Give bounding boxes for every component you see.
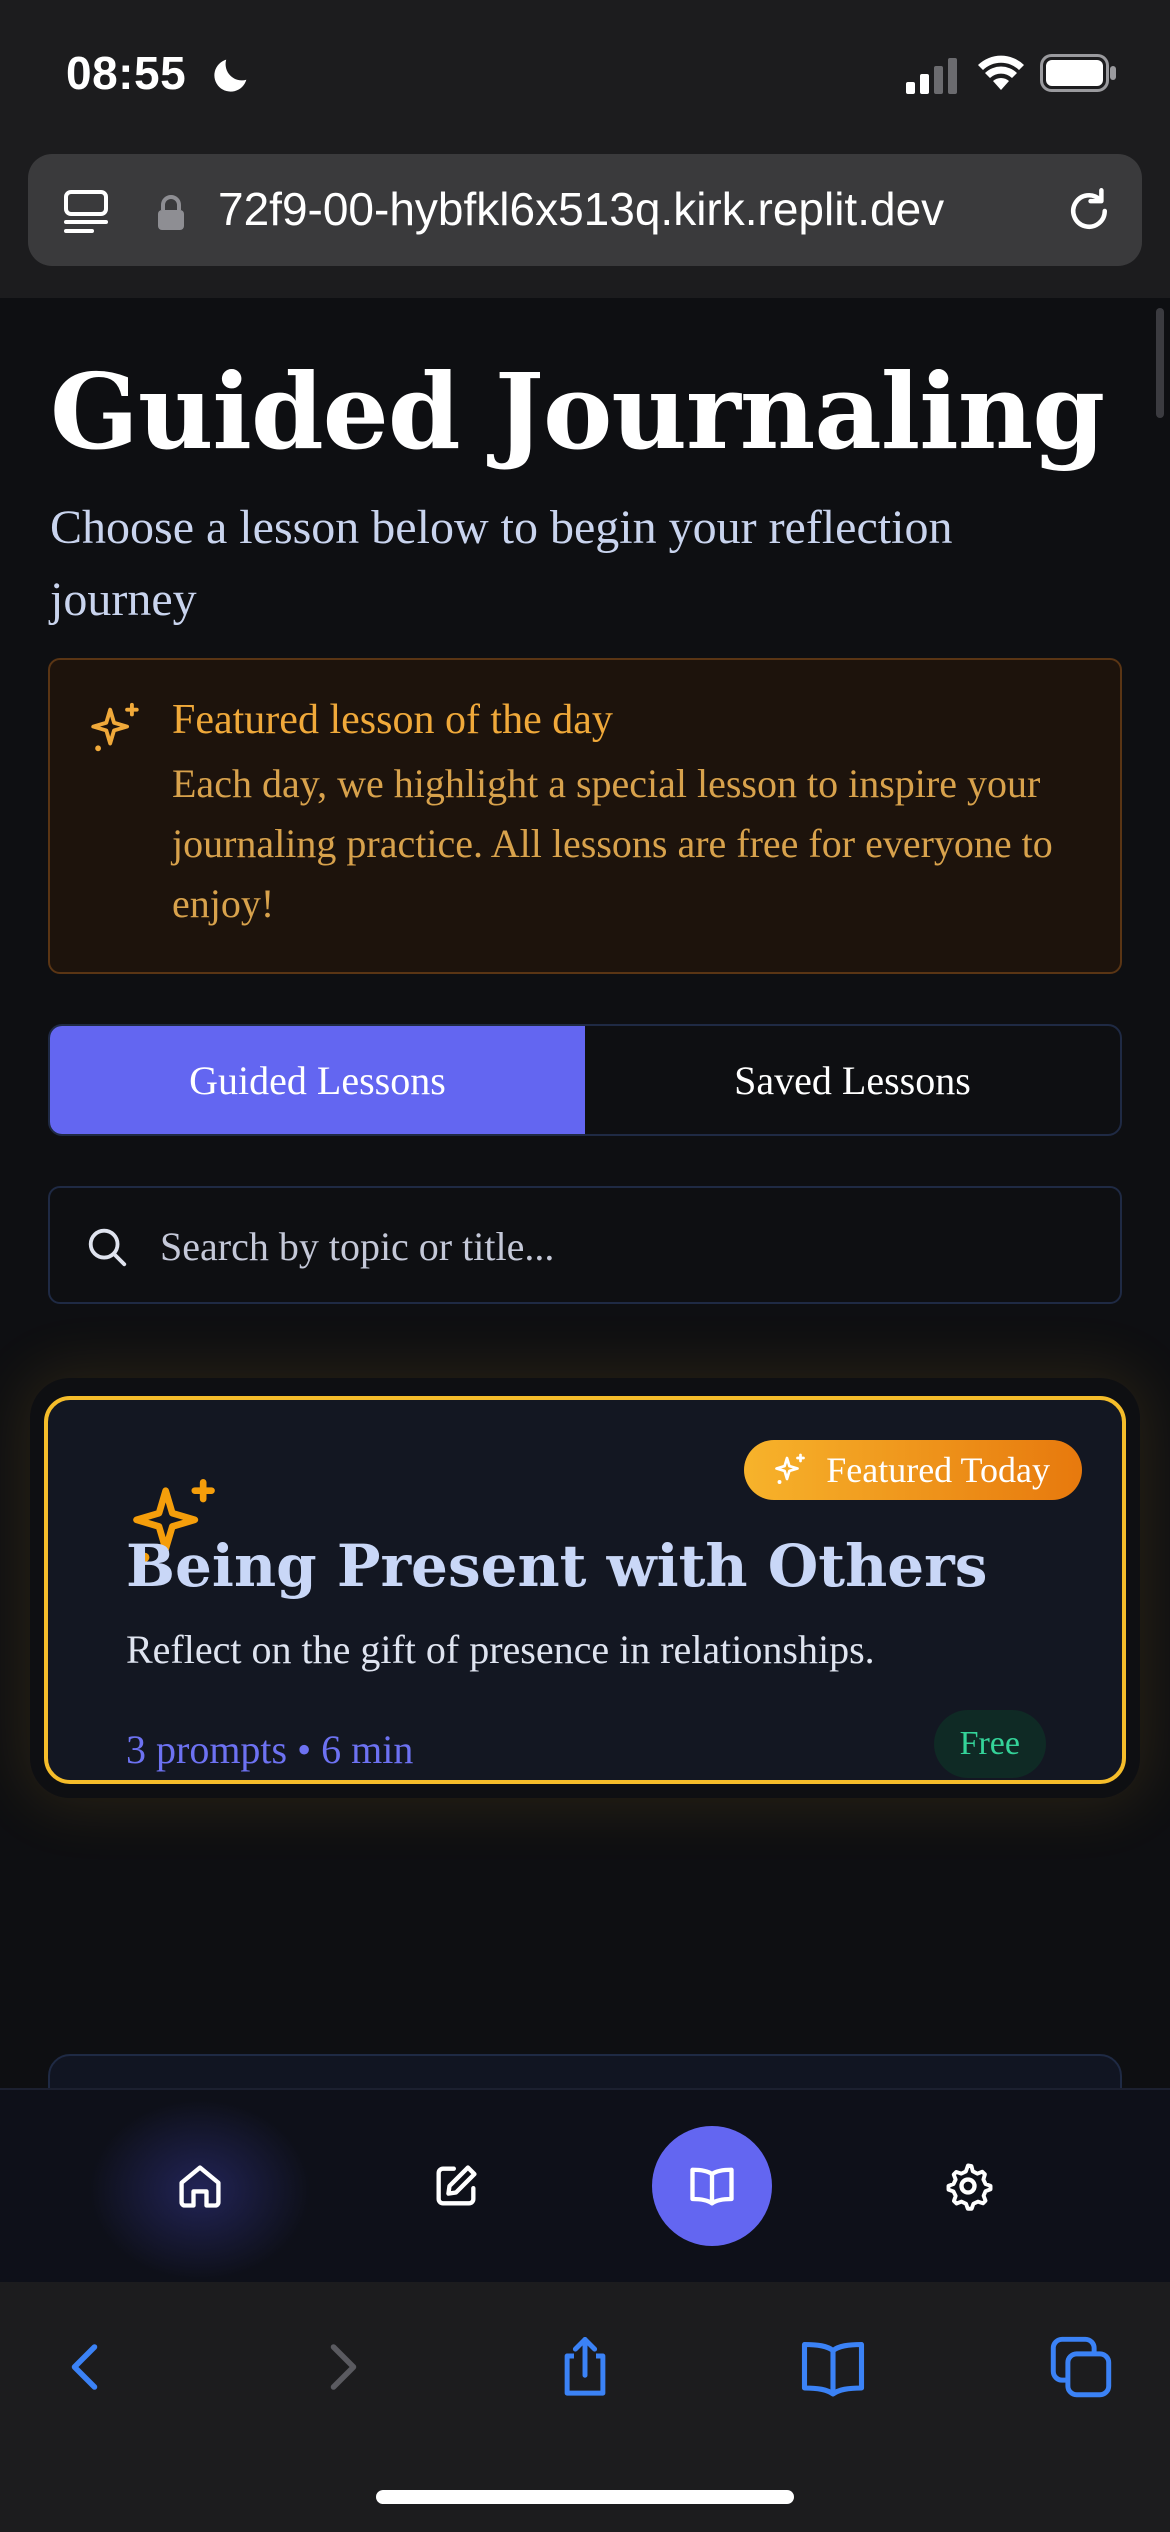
browser-address-area: 72f9-00-hybfkl6x513q.kirk.replit.dev (0, 150, 1170, 298)
wifi-icon (978, 55, 1024, 90)
back-button[interactable] (42, 2322, 132, 2412)
gear-icon (946, 2163, 993, 2211)
badge-sparkles-icon (775, 1453, 806, 1484)
lesson-title: Being Present with Others (126, 1532, 988, 1600)
notice-title: Featured lesson of the day (172, 697, 613, 743)
chevron-right-icon (330, 2344, 357, 2390)
battery-icon (1040, 54, 1116, 92)
bookmarks-icon (801, 2341, 865, 2397)
sparkles-icon (91, 702, 139, 752)
nav-home[interactable] (140, 2126, 260, 2246)
lock-icon (158, 195, 184, 230)
notice-body: Each day, we highlight a special lesson … (172, 761, 1053, 926)
tabs-button[interactable] (1036, 2322, 1126, 2412)
share-button[interactable] (540, 2322, 630, 2412)
share-icon (564, 2337, 606, 2396)
tab-saved-lessons[interactable]: Saved Lessons (585, 1026, 1120, 1134)
cellular-signal-icon (906, 58, 957, 94)
forward-button[interactable] (296, 2322, 386, 2412)
nav-journal[interactable] (396, 2126, 516, 2246)
home-indicator[interactable] (376, 2490, 794, 2504)
status-bar: 08:55 (0, 0, 1170, 150)
address-bar[interactable]: 72f9-00-hybfkl6x513q.kirk.replit.dev (28, 154, 1142, 266)
featured-lesson-notice: Featured lesson of the day Each day, we … (48, 658, 1122, 974)
chevron-left-icon (71, 2344, 98, 2390)
search-input[interactable] (160, 1216, 1060, 1276)
search-box (48, 1186, 1122, 1304)
nav-settings[interactable] (908, 2126, 1028, 2246)
moon-icon (214, 59, 247, 92)
url-text[interactable]: 72f9-00-hybfkl6x513q.kirk.replit.dev (218, 182, 1058, 236)
nav-lessons[interactable] (652, 2126, 772, 2246)
lesson-meta: 3 prompts • 6 min (126, 1727, 414, 1772)
page-content: Guided Journaling Choose a lesson below … (0, 298, 1170, 2088)
edit-icon (436, 2165, 477, 2206)
book-icon (690, 2167, 734, 2206)
reload-icon[interactable] (1062, 184, 1116, 238)
search-icon (88, 1228, 127, 1267)
lesson-description: Reflect on the gift of presence in relat… (126, 1627, 875, 1672)
status-time: 08:55 (66, 47, 187, 99)
tab-guided-lessons[interactable]: Guided Lessons (50, 1026, 585, 1134)
page-title: Guided Journaling (50, 350, 1105, 473)
featured-lesson-card[interactable]: Featured Today Being Present with Others… (44, 1396, 1126, 1784)
lesson-tabs: Guided Lessons Saved Lessons (48, 1024, 1122, 1136)
badge-label: Featured Today (826, 1450, 1050, 1490)
scroll-indicator[interactable] (1156, 308, 1164, 418)
bookmarks-button[interactable] (788, 2322, 878, 2412)
tabs-icon (1050, 2336, 1112, 2398)
page-subtitle: Choose a lesson below to begin your refl… (50, 501, 953, 626)
featured-today-badge: Featured Today (744, 1440, 1082, 1500)
lesson-card-partial[interactable] (48, 2054, 1122, 2088)
home-icon (179, 2165, 221, 2208)
app-bottom-nav (0, 2088, 1170, 2282)
reader-mode-icon[interactable] (62, 186, 112, 236)
price-badge: Free (933, 1710, 1046, 1778)
